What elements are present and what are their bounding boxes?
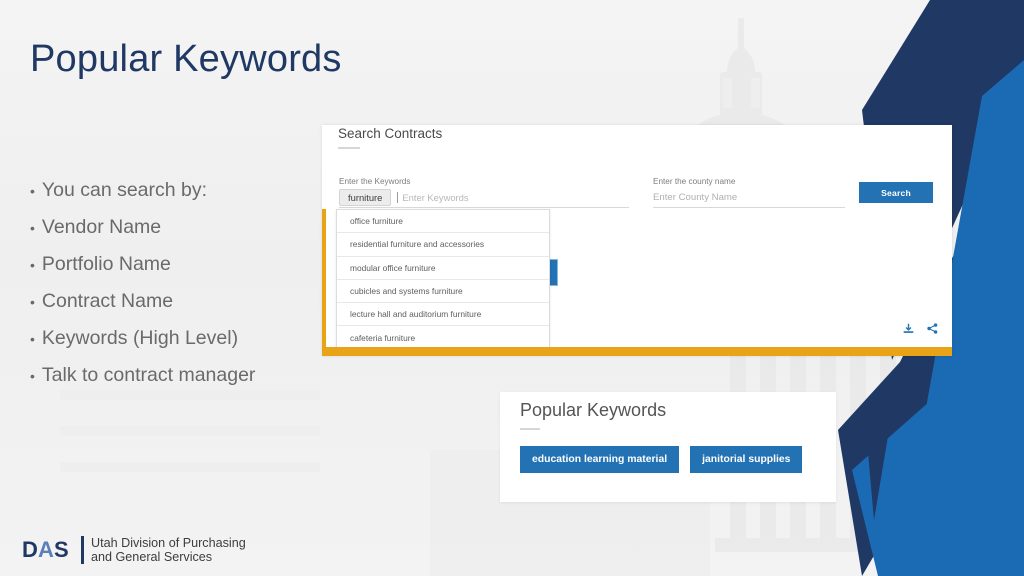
share-icon[interactable] (927, 323, 938, 334)
bullet-marker: • (30, 257, 35, 273)
keyword-button-education-learning-material[interactable]: education learning material (520, 446, 680, 473)
list-item: • Talk to contract manager (30, 357, 330, 394)
keywords-field-label: Enter the Keywords (339, 177, 411, 186)
list-item: • Keywords (High Level) (30, 320, 330, 357)
list-item: • Portfolio Name (30, 246, 330, 283)
suggestion-item[interactable]: cafeteria furniture (337, 326, 549, 348)
county-input-row[interactable]: Enter County Name (653, 188, 845, 208)
svg-text:A: A (38, 537, 54, 562)
suggestion-item[interactable]: lecture hall and auditorium furniture (337, 303, 549, 327)
logo-text-line2: and General Services (91, 550, 213, 564)
bullet-list: • You can search by: • Vendor Name • Por… (30, 172, 330, 394)
keywords-input[interactable]: Enter Keywords (397, 192, 469, 203)
orange-side-accent (322, 209, 326, 347)
page-title: Popular Keywords (30, 38, 342, 80)
keyword-chip-furniture[interactable]: furniture (339, 189, 392, 206)
logo-divider (81, 536, 84, 564)
list-item-label: Vendor Name (41, 216, 162, 238)
search-contracts-heading: Search Contracts (338, 126, 443, 141)
county-field-label: Enter the county name (653, 177, 736, 186)
search-contracts-screenshot: Search Contracts Enter the Keywords furn… (322, 125, 952, 356)
suggestion-item[interactable]: residential furniture and accessories (337, 233, 549, 257)
popular-keywords-card: Popular Keywords education learning mate… (500, 392, 836, 502)
logo-text-line1: Utah Division of Purchasing (91, 536, 246, 550)
list-item: • Contract Name (30, 283, 330, 320)
das-logo: D A S Utah Division of Purchasing and Ge… (22, 536, 246, 564)
list-item-label: Portfolio Name (41, 253, 171, 275)
bullet-marker: • (30, 220, 35, 236)
popular-keywords-title: Popular Keywords (520, 400, 667, 420)
bullet-marker: • (30, 183, 35, 199)
logo-text: Utah Division of Purchasing and General … (91, 536, 246, 564)
suggestion-item[interactable]: cubicles and systems furniture (337, 280, 549, 304)
list-item: • You can search by: (30, 172, 330, 209)
slide-canvas: Popular Keywords • You can search by: • … (0, 0, 1024, 576)
keyword-button-janitorial-supplies[interactable]: janitorial supplies (690, 446, 803, 473)
bullet-marker: • (30, 368, 35, 384)
list-item-label: You can search by: (41, 179, 208, 201)
das-logo-mark: D A S (22, 537, 69, 562)
heading-underline (338, 147, 360, 149)
search-button[interactable]: Search (859, 182, 933, 203)
bullet-marker: • (30, 294, 35, 310)
county-input[interactable]: Enter County Name (653, 192, 737, 203)
keyword-suggestions-dropdown[interactable]: office furniture residential furniture a… (336, 209, 550, 350)
svg-text:S: S (54, 537, 69, 562)
orange-footer-bar (322, 347, 952, 356)
suggestion-item[interactable]: modular office furniture (337, 257, 549, 280)
popular-keywords-buttons: education learning material janitorial s… (520, 446, 803, 473)
popular-keywords-underline (520, 428, 540, 430)
bullet-marker: • (30, 331, 35, 347)
list-item: • Vendor Name (30, 209, 330, 246)
download-icon[interactable] (903, 323, 914, 334)
suggestion-item[interactable]: office furniture (337, 210, 549, 234)
list-item-label: Talk to contract manager (41, 364, 256, 386)
keywords-input-row[interactable]: furniture Enter Keywords (339, 188, 629, 208)
list-item-label: Contract Name (41, 290, 174, 312)
screenshot-action-icons (903, 323, 938, 334)
list-item-label: Keywords (High Level) (41, 327, 239, 349)
svg-text:D: D (22, 537, 38, 562)
